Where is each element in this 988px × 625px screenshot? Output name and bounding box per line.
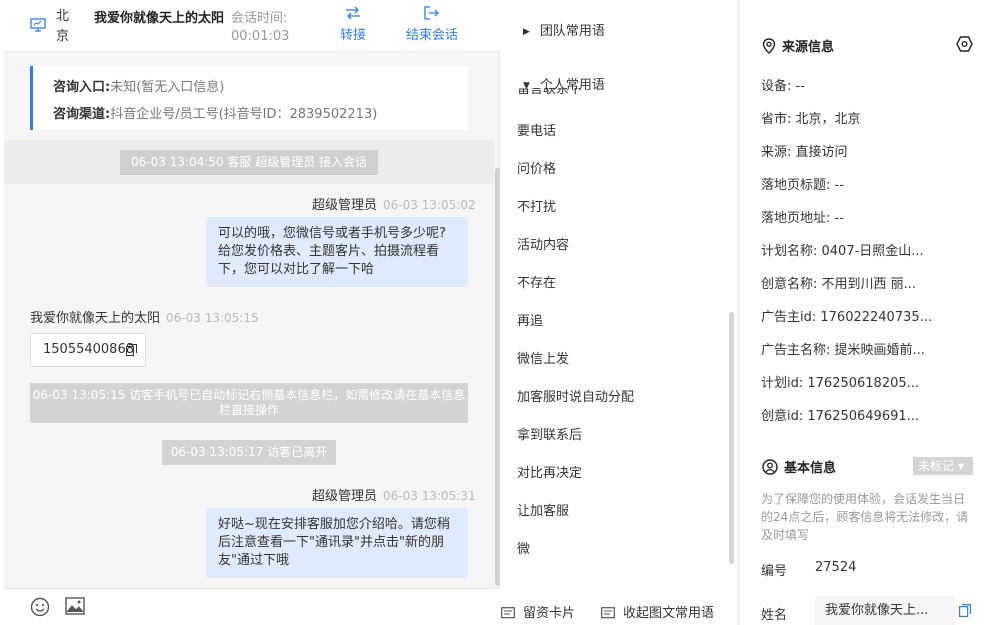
- lead-card-button[interactable]: 留资卡片: [501, 602, 575, 621]
- transfer-icon: [346, 6, 360, 20]
- name-field[interactable]: 我爱你就像天上...: [815, 596, 955, 625]
- chat-scrollbar[interactable]: [495, 168, 500, 586]
- id-label: 编号: [761, 564, 788, 579]
- system-message-phone-tag: 06-03 13:05:15 访客手机号已自动标记右侧基本信息栏，如需修改请在基…: [30, 383, 468, 423]
- phrase-item[interactable]: 对比再决定: [517, 462, 582, 481]
- phrase-item-clipped[interactable]: 留言联系下: [517, 88, 597, 98]
- phrase-item[interactable]: 加客服时说自动分配: [517, 386, 634, 405]
- phrase-item[interactable]: 要电话: [517, 120, 556, 139]
- visitor-sender-line: 我爱你就像天上的太阳 06-03 13:05:15: [30, 307, 259, 326]
- source-creative-name: 创意名称: 不用到川西 丽...: [761, 277, 917, 292]
- consult-channel-value: 抖音企业号/员工号(抖音号ID：2839502213): [110, 107, 378, 122]
- system-message-left: 06-03 13:05:17 访客已离开: [162, 440, 336, 465]
- visitor-info-panel: 来源信息 设备: -- 省市: 北京，北京 来源: 直接访问 落地页标题: --…: [740, 0, 988, 625]
- lead-card-label: 留资卡片: [523, 606, 576, 621]
- user-icon: [762, 459, 778, 475]
- source-device: 设备: --: [761, 79, 805, 94]
- tag-dropdown-label: 未标记: [918, 459, 955, 473]
- emoji-icon[interactable]: [30, 597, 50, 617]
- logout-icon: [424, 6, 439, 20]
- source-plan-name: 计划名称: 0407-日照金山...: [761, 244, 924, 259]
- visitor-city: 北京: [56, 9, 70, 44]
- agent-sender-line: 超级管理员 06-03 13:05:02: [312, 194, 476, 213]
- source-advertiser-name: 广告主名称: 提米映画婚前...: [761, 343, 925, 358]
- agent-name: 超级管理员: [312, 198, 378, 213]
- consult-entry-value: 未知(暂无入口信息): [110, 80, 225, 95]
- phrase-item[interactable]: 微信上发: [517, 348, 569, 367]
- visitor-sender-name: 我爱你就像天上的太阳: [30, 311, 161, 326]
- chat-input-toolbar: [4, 588, 500, 625]
- chat-header: 北京 我爱你就像天上的太阳 会话时间: 00:01:03 转接 结束会话: [4, 0, 500, 52]
- copy-icon[interactable]: [126, 344, 137, 356]
- caret-down-icon: ▼: [957, 462, 964, 471]
- agent-message-bubble: 好哒~现在安排客服加您介绍哈。请您稍后注意查看一下"通讯录"并点击"新的朋友"通…: [206, 508, 468, 578]
- phrase-item[interactable]: 不打扰: [517, 196, 556, 215]
- consult-channel-row: 咨询渠道:抖音企业号/员工号(抖音号ID：2839502213): [53, 103, 377, 122]
- name-label: 姓名: [761, 608, 788, 623]
- agent-sender-line: 超级管理员 06-03 13:05:31: [312, 485, 476, 504]
- session-time-label: 会话时间:: [231, 11, 288, 26]
- end-chat-button[interactable]: 结束会话: [406, 6, 458, 43]
- phrase-item[interactable]: 让加客服: [517, 500, 569, 519]
- system-message-join: 06-03 13:04:50 客服 超级管理员 接入会话: [120, 150, 378, 175]
- group-team-label: 团队常用语: [539, 24, 605, 39]
- phrase-item[interactable]: 再追: [517, 310, 543, 329]
- phrase-item[interactable]: 微: [517, 538, 530, 557]
- end-chat-label: 结束会话: [406, 28, 459, 43]
- phrase-item[interactable]: 拿到联系后: [517, 424, 582, 443]
- source-province-city: 省市: 北京，北京: [761, 112, 861, 127]
- source-creative-id: 创意id: 176250649691...: [761, 409, 920, 424]
- collapse-phrases-label: 收起图文常用语: [623, 606, 715, 621]
- source-landing-title: 落地页标题: --: [761, 178, 844, 193]
- visitor-phone-message[interactable]: 15055400868: [30, 333, 146, 367]
- image-icon[interactable]: [65, 597, 85, 615]
- tag-dropdown[interactable]: 未标记 ▼: [913, 457, 973, 475]
- id-value: 27524: [815, 560, 857, 575]
- transfer-button[interactable]: 转接: [340, 6, 366, 43]
- message-timestamp: 06-03 13:05:15: [166, 311, 259, 325]
- phrase-item[interactable]: 问价格: [517, 158, 556, 177]
- collapse-phrases-button[interactable]: 收起图文常用语: [601, 602, 714, 621]
- basic-info-title: 基本信息: [762, 457, 836, 476]
- card-icon: [501, 607, 515, 619]
- copy-icon[interactable]: [959, 604, 971, 617]
- consult-entry-row: 咨询入口:未知(暂无入口信息): [53, 76, 224, 95]
- phrase-item[interactable]: 不存在: [517, 272, 556, 291]
- message-icon: [601, 607, 615, 619]
- source-landing-url: 落地页地址: --: [761, 211, 844, 226]
- source-plan-id: 计划id: 176250618205...: [761, 376, 920, 391]
- phrases-panel: ▶ 团队常用语 ▼ 个人常用语 留言联系下 要电话 问价格 不打扰 活动内容 不存在…: [501, 0, 739, 625]
- settings-icon[interactable]: [956, 36, 973, 52]
- basic-info-label: 基本信息: [784, 461, 837, 476]
- source-advertiser-id: 广告主id: 176022240735...: [761, 310, 933, 325]
- consult-entry-label: 咨询入口:: [53, 80, 111, 95]
- visitor-phone-number: 15055400868: [43, 342, 134, 357]
- phrase-item[interactable]: 活动内容: [517, 234, 569, 253]
- transfer-label: 转接: [340, 28, 367, 43]
- phrase-clipped-label: 留言联系下: [517, 88, 583, 97]
- consult-channel-label: 咨询渠道:: [53, 107, 111, 122]
- phrases-scrollbar[interactable]: [729, 312, 734, 564]
- consult-info-card: 咨询入口:未知(暂无入口信息) 咨询渠道:抖音企业号/员工号(抖音号ID：283…: [30, 66, 468, 130]
- group-team-phrases[interactable]: ▶ 团队常用语: [523, 20, 605, 39]
- source-info-label: 来源信息: [782, 40, 835, 55]
- message-timestamp: 06-03 13:05:31: [383, 489, 476, 503]
- location-icon: [762, 38, 776, 54]
- agent-message-bubble: 可以的哦，您微信号或者手机号多少呢?给您发价格表、主题客片、拍摄流程看下，您可以…: [206, 217, 468, 287]
- monitor-icon: [30, 18, 46, 32]
- session-time-value: 00:01:03: [231, 29, 290, 44]
- source-origin: 来源: 直接访问: [761, 145, 848, 160]
- visitor-name: 我爱你就像天上的太阳: [94, 11, 225, 26]
- caret-right-icon: ▶: [523, 27, 530, 37]
- source-info-title: 来源信息: [762, 36, 834, 55]
- message-timestamp: 06-03 13:05:02: [383, 198, 476, 212]
- agent-name: 超级管理员: [312, 489, 378, 504]
- edit-notice: 为了保障您的使用体验，会话发生当日的24点之后，顾客信息将无法修改，请及时填写: [761, 492, 969, 542]
- chat-panel: 北京 我爱你就像天上的太阳 会话时间: 00:01:03 转接 结束会话 咨询入…: [4, 0, 500, 625]
